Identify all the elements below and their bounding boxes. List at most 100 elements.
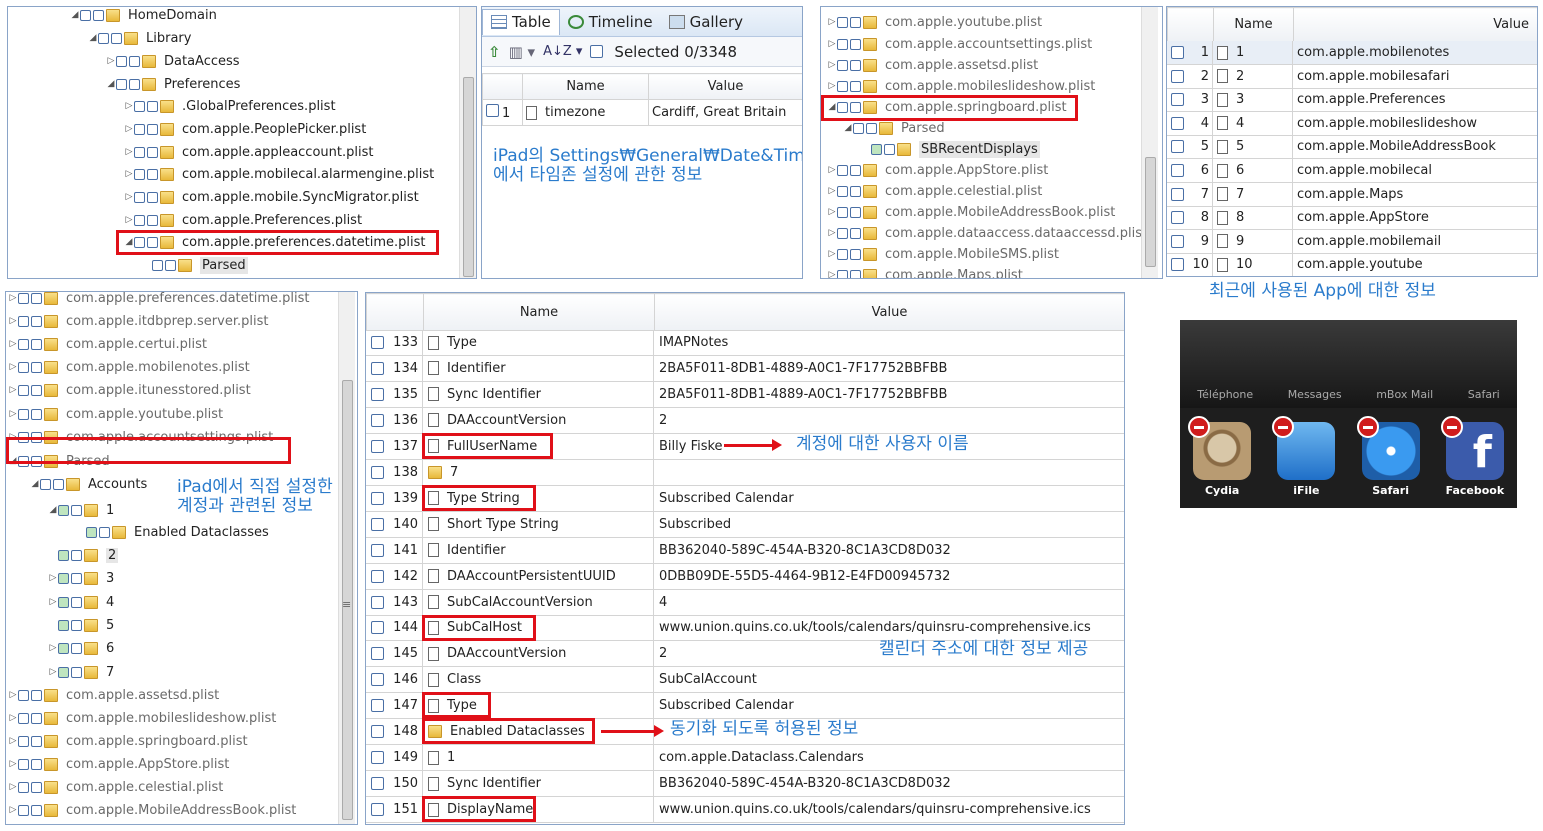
collapse-arrow-icon[interactable]: ◢ bbox=[70, 10, 80, 20]
tree-node-plist[interactable]: ▷ .GlobalPreferences.plist bbox=[124, 95, 336, 117]
table-row[interactable]: 6 6 com.apple.mobilecal bbox=[1167, 158, 1537, 183]
tree-checkbox[interactable] bbox=[116, 78, 127, 90]
tree-node[interactable]: ▷ 4 bbox=[48, 591, 115, 613]
expand-arrow-icon[interactable]: ▷ bbox=[8, 690, 18, 700]
tree-node[interactable]: ▷ com.apple.youtube.plist bbox=[8, 403, 224, 425]
expand-arrow-icon[interactable]: ▷ bbox=[8, 713, 18, 723]
tree-checkbox[interactable] bbox=[837, 206, 848, 218]
expand-arrow-icon[interactable]: ▷ bbox=[48, 643, 58, 653]
tree-checkbox[interactable] bbox=[71, 619, 82, 631]
tree-checkbox[interactable] bbox=[58, 666, 69, 678]
collapse-arrow-icon[interactable]: ◢ bbox=[843, 123, 853, 133]
table-row[interactable]: 10 10 com.apple.youtube bbox=[1167, 252, 1537, 276]
row-checkbox[interactable] bbox=[1171, 46, 1184, 59]
table-row[interactable]: 143 SubCalAccountVersion 4 bbox=[366, 589, 1124, 616]
tree-checkbox[interactable] bbox=[147, 100, 158, 112]
tree-checkbox[interactable] bbox=[53, 478, 64, 490]
tree-checkbox[interactable] bbox=[31, 758, 42, 770]
select-all-checkbox[interactable] bbox=[590, 45, 604, 58]
tree-checkbox[interactable] bbox=[837, 269, 848, 278]
row-checkbox[interactable] bbox=[1171, 93, 1184, 107]
vertical-scrollbar[interactable] bbox=[338, 292, 355, 824]
expand-arrow-icon[interactable]: ▷ bbox=[827, 60, 837, 70]
table-row[interactable]: 4 4 com.apple.mobileslideshow bbox=[1167, 111, 1537, 136]
remove-badge-icon[interactable] bbox=[1188, 416, 1211, 438]
tree-checkbox[interactable] bbox=[31, 361, 42, 373]
tree-checkbox[interactable] bbox=[871, 143, 882, 155]
tree-node-plist[interactable]: ▷ com.apple.youtube.plist bbox=[827, 11, 1043, 33]
tree-node[interactable]: ▷ com.apple.AppStore.plist bbox=[8, 753, 230, 775]
row-checkbox[interactable] bbox=[371, 621, 384, 635]
tree-node-library[interactable]: ◢ Library bbox=[88, 27, 192, 49]
splitter-grip-icon[interactable]: ≡ bbox=[342, 598, 351, 611]
tree-checkbox[interactable] bbox=[18, 292, 29, 304]
tree-checkbox[interactable] bbox=[850, 80, 861, 92]
app-cydia[interactable]: Cydia bbox=[1188, 416, 1252, 497]
expand-arrow-icon[interactable]: ▷ bbox=[8, 805, 18, 815]
row-checkbox[interactable] bbox=[371, 439, 384, 453]
table-row[interactable]: 9 9 com.apple.mobilemail bbox=[1167, 229, 1537, 254]
tree-node-plist[interactable]: ▷ com.apple.mobile.SyncMigrator.plist bbox=[124, 186, 419, 208]
tree-checkbox[interactable] bbox=[31, 315, 42, 327]
tree-checkbox[interactable] bbox=[18, 408, 29, 420]
expand-arrow-icon[interactable]: ▷ bbox=[124, 101, 134, 111]
tree-checkbox[interactable] bbox=[58, 572, 69, 584]
remove-badge-icon[interactable] bbox=[1440, 416, 1463, 438]
expand-arrow-icon[interactable]: ▷ bbox=[8, 736, 18, 746]
tree-checkbox[interactable] bbox=[71, 596, 82, 608]
expand-arrow-icon[interactable]: ▷ bbox=[8, 316, 18, 326]
row-checkbox[interactable] bbox=[1171, 187, 1184, 201]
tree-checkbox[interactable] bbox=[837, 80, 848, 92]
tree-checkbox[interactable] bbox=[147, 191, 158, 203]
row-checkbox[interactable] bbox=[371, 387, 384, 401]
tree-checkbox[interactable] bbox=[850, 248, 861, 260]
app-ifile[interactable]: iFile bbox=[1272, 416, 1336, 497]
row-checkbox[interactable] bbox=[1171, 234, 1184, 248]
tree-checkbox[interactable] bbox=[134, 191, 145, 203]
tab-timeline[interactable]: Timeline bbox=[560, 9, 661, 35]
expand-arrow-icon[interactable]: ▷ bbox=[827, 207, 837, 217]
tree-checkbox[interactable] bbox=[134, 123, 145, 135]
tree-node-parsed[interactable]: Parsed bbox=[152, 254, 248, 276]
table-row[interactable]: 136 DAAccountVersion 2 bbox=[366, 407, 1124, 434]
tree-node-plist[interactable]: ▷ com.apple.accountsettings.plist bbox=[827, 33, 1093, 55]
collapse-arrow-icon[interactable]: ◢ bbox=[48, 505, 58, 515]
tree-node-plist[interactable]: ▷ com.apple.AppStore.plist bbox=[827, 159, 1049, 181]
tree-checkbox[interactable] bbox=[837, 164, 848, 176]
tree-node[interactable]: 5 bbox=[48, 614, 114, 636]
expand-arrow-icon[interactable]: ▷ bbox=[827, 186, 837, 196]
tree-checkbox[interactable] bbox=[71, 666, 82, 678]
row-checkbox[interactable] bbox=[371, 543, 384, 557]
expand-arrow-icon[interactable]: ▷ bbox=[8, 293, 18, 303]
tree-checkbox[interactable] bbox=[850, 227, 861, 239]
expand-arrow-icon[interactable]: ▷ bbox=[124, 215, 134, 225]
row-checkbox[interactable] bbox=[371, 336, 384, 349]
tree-node[interactable]: ▷ com.apple.assetsd.plist bbox=[8, 684, 220, 706]
tree-node[interactable]: ▷ com.apple.certui.plist bbox=[8, 333, 208, 355]
tree-checkbox[interactable] bbox=[18, 361, 29, 373]
tree-node-plist[interactable]: ▷ com.apple.PeoplePicker.plist bbox=[124, 118, 367, 140]
expand-arrow-icon[interactable]: ▷ bbox=[827, 17, 837, 27]
tree-checkbox[interactable] bbox=[147, 214, 158, 226]
column-header-value[interactable]: Value bbox=[654, 293, 1124, 331]
expand-arrow-icon[interactable]: ▷ bbox=[124, 147, 134, 157]
tree-node-plist[interactable]: ▷ com.apple.mobilecal.alarmengine.plist bbox=[124, 163, 435, 185]
tree-checkbox[interactable] bbox=[866, 122, 877, 134]
tree-node-plist[interactable]: ▷ com.apple.Preferences.plist bbox=[124, 209, 363, 231]
row-checkbox[interactable] bbox=[371, 751, 384, 765]
tree-checkbox[interactable] bbox=[165, 259, 176, 271]
tree-node-parsed[interactable]: ◢ Parsed bbox=[843, 117, 945, 139]
table-row[interactable]: 5 5 com.apple.MobileAddressBook bbox=[1167, 134, 1537, 160]
tree-node[interactable]: ▷ com.apple.springboard.plist bbox=[8, 730, 248, 752]
tree-node-dataaccess[interactable]: ▷ DataAccess bbox=[106, 50, 240, 72]
tree-checkbox[interactable] bbox=[18, 689, 29, 701]
sort-up-icon[interactable]: ⇧ bbox=[488, 43, 501, 61]
table-row[interactable]: 1 timezone Cardiff, Great Britain bbox=[482, 99, 802, 126]
tree-node[interactable]: ◢ Accounts bbox=[30, 473, 148, 495]
tree-node[interactable]: ◢ 1 bbox=[48, 499, 115, 521]
tree-node[interactable]: ▷ com.apple.mobilenotes.plist bbox=[8, 356, 250, 378]
tree-checkbox[interactable] bbox=[31, 384, 42, 396]
row-checkbox[interactable] bbox=[371, 725, 384, 739]
tree-checkbox[interactable] bbox=[71, 504, 82, 516]
table-row[interactable]: 3 3 com.apple.Preferences bbox=[1167, 87, 1537, 113]
